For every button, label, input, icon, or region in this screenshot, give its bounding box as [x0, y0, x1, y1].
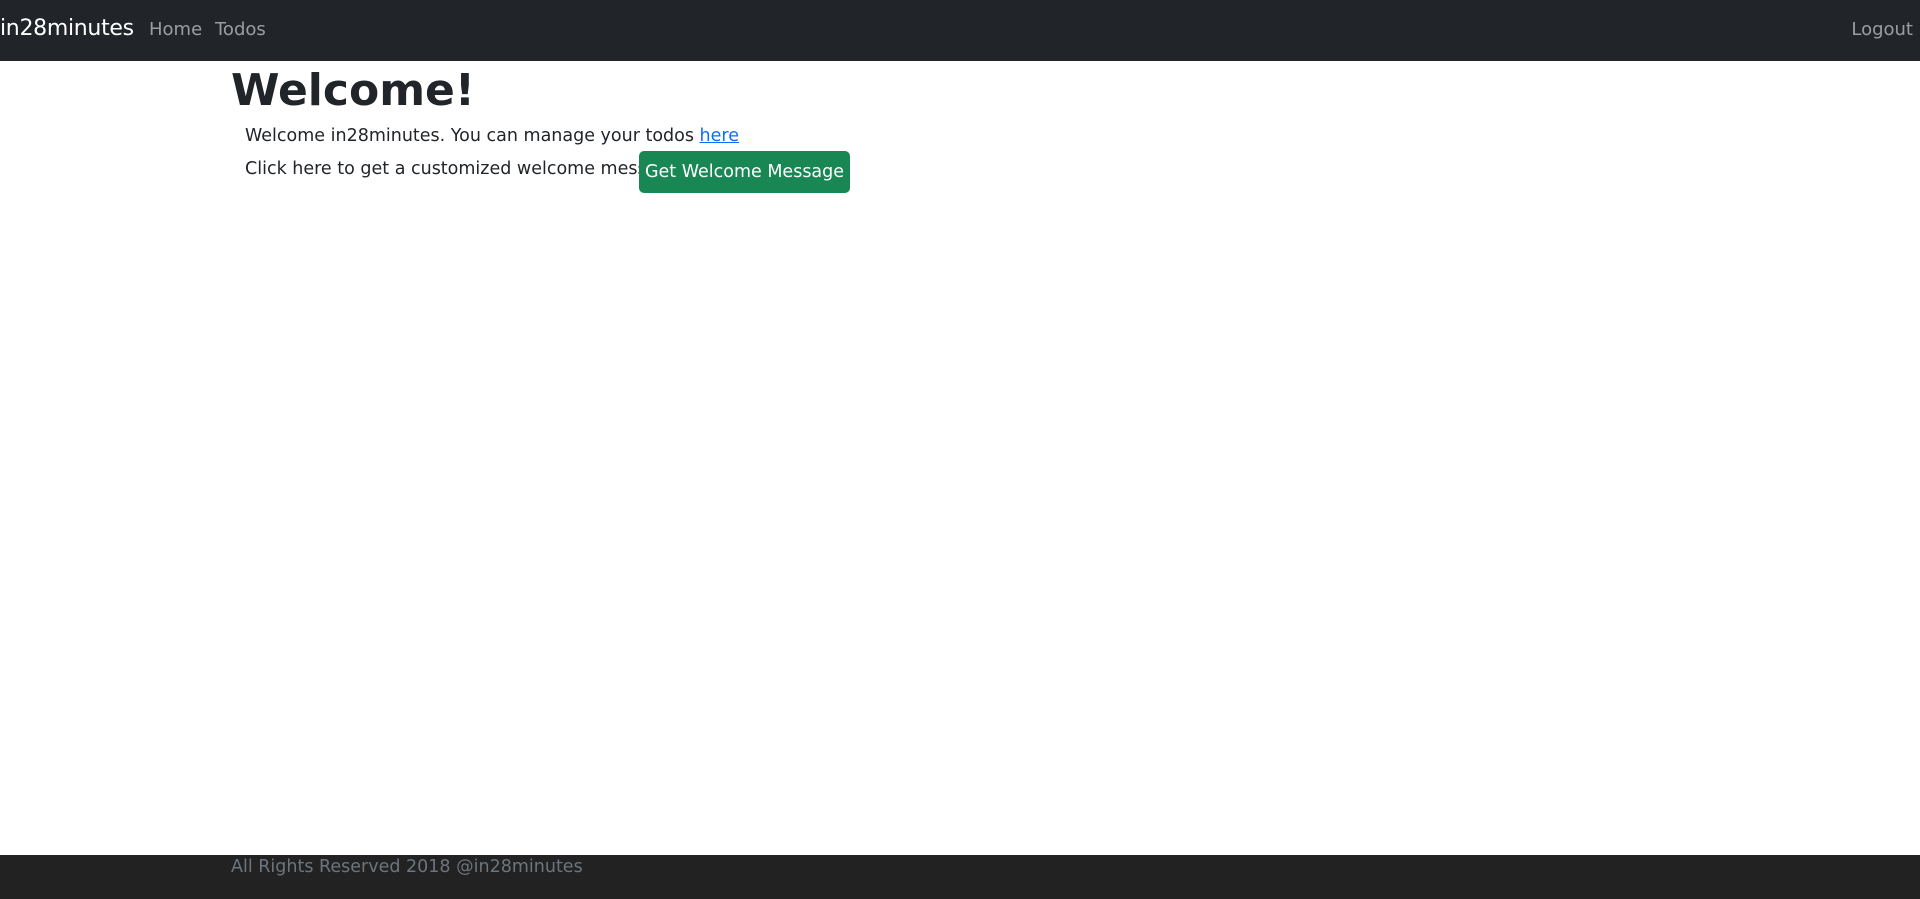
- custom-message-prompt: Click here to get a customized welcome m…: [245, 159, 679, 179]
- todos-link[interactable]: here: [700, 126, 739, 146]
- footer-text: All Rights Reserved 2018 @in28minutes: [231, 857, 583, 877]
- nav-link-home[interactable]: Home: [149, 19, 202, 40]
- custom-message-text: Click here to get a customized welcome m…: [245, 159, 680, 179]
- navbar: in28minutes Home Todos Logout: [0, 0, 1920, 61]
- nav-link-todos[interactable]: Todos: [215, 19, 266, 40]
- welcome-message: Welcome in28minutes. You can manage your…: [245, 126, 739, 146]
- page-title: Welcome!: [231, 65, 475, 116]
- get-welcome-message-button[interactable]: Get Welcome Message: [639, 151, 850, 193]
- logout-link[interactable]: Logout: [1851, 19, 1913, 40]
- footer: All Rights Reserved 2018 @in28minutes: [0, 855, 1920, 899]
- welcome-text: Welcome in28minutes. You can manage your…: [245, 126, 700, 146]
- brand-link[interactable]: in28minutes: [0, 16, 134, 41]
